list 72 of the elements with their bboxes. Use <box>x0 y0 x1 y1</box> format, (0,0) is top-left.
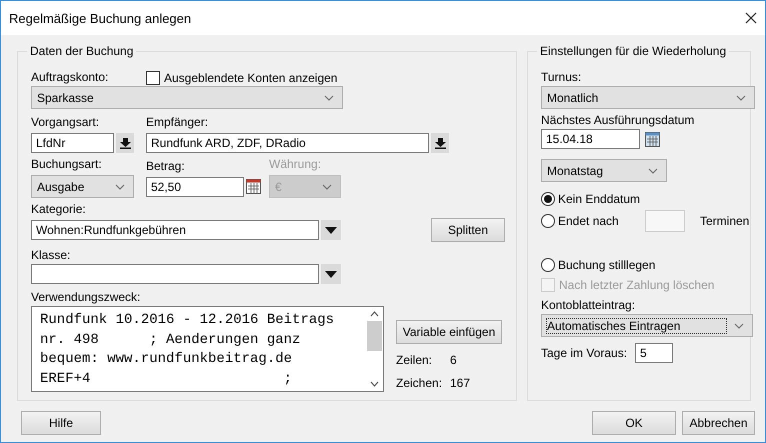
chevron-down-icon <box>736 94 746 100</box>
stat-value: 6 <box>450 353 457 367</box>
chevron-down-icon <box>322 184 332 190</box>
radio-button[interactable] <box>541 258 555 272</box>
field-label: Terminen <box>700 214 750 228</box>
group-title: Daten der Buchung <box>27 44 136 58</box>
split-button[interactable]: Splitten <box>431 218 505 242</box>
calendar-icon[interactable] <box>645 132 660 146</box>
radio-label: Endet nach <box>558 214 620 228</box>
dropdown-button[interactable] <box>321 264 341 284</box>
field-label: Buchungsart: <box>31 157 102 171</box>
class-field[interactable] <box>31 264 319 284</box>
field-label: Vorgangsart: <box>31 115 100 129</box>
cancel-button[interactable]: Abbrechen <box>682 411 755 435</box>
dropdown-button[interactable] <box>321 220 341 240</box>
account-dropdown[interactable]: Sparkasse <box>31 86 343 109</box>
type-field[interactable]: LfdNr <box>31 133 114 153</box>
field-label: Währung: <box>269 157 322 171</box>
radio-label: Kein Enddatum <box>558 192 640 206</box>
ledger-dropdown[interactable]: Automatisches Eintragen <box>541 314 753 337</box>
field-label: Verwendungszweck: <box>31 290 140 304</box>
field-label: Turnus: <box>541 70 582 84</box>
window-title: Regelmäßige Buchung anlegen <box>9 10 192 26</box>
ok-button[interactable]: OK <box>592 411 676 435</box>
group-title: Einstellungen für die Wiederholung <box>537 44 730 58</box>
arrow-down-icon <box>434 138 446 148</box>
field-label: Auftragskonto: <box>31 70 110 84</box>
field-label: Nächstes Ausführungsdatum <box>541 113 694 127</box>
memo-line: Rundfunk 10.2016 - 12.2016 Beitrags <box>40 311 336 330</box>
date-field[interactable]: 15.04.18 <box>541 129 640 149</box>
triangle-down-icon <box>325 226 337 234</box>
interval-dropdown[interactable]: Monatlich <box>541 86 755 109</box>
stat-value: 167 <box>450 376 470 390</box>
radio-button[interactable] <box>541 214 555 228</box>
memo-line: bequem: www.rundfunkbeitrag.de <box>40 350 294 369</box>
help-button[interactable]: Hilfe <box>21 411 101 435</box>
triangle-down-icon <box>325 270 337 278</box>
memo-line: nr. 498 ; Aenderungen ganz <box>40 330 302 350</box>
arrow-down-icon <box>120 138 130 148</box>
close-icon[interactable] <box>745 12 757 24</box>
chevron-down-icon <box>115 184 125 190</box>
calendar-icon[interactable] <box>246 179 261 194</box>
chevron-up-icon[interactable] <box>370 311 379 317</box>
radio-button[interactable] <box>541 192 555 206</box>
field-label: Kontoblatteintrag: <box>541 298 636 312</box>
amount-field[interactable]: 52,50 <box>146 176 244 196</box>
checkbox-label: Nach letzter Zahlung löschen <box>559 278 714 292</box>
payee-field[interactable]: Rundfunk ARD, ZDF, DRadio <box>146 133 429 153</box>
count-field[interactable] <box>645 210 685 232</box>
field-label: Kategorie: <box>31 202 86 216</box>
stat-label: Zeilen: <box>396 353 434 367</box>
category-field[interactable]: Wohnen:Rundfunkgebühren <box>31 220 319 240</box>
day-mode-dropdown[interactable]: Monatstag <box>541 159 667 182</box>
memo-line: EREF+4 ; <box>40 370 294 388</box>
chevron-down-icon <box>734 322 744 328</box>
days-field[interactable]: 5 <box>635 343 674 363</box>
field-label: Betrag: <box>146 158 185 172</box>
field-label: Klasse: <box>31 248 70 262</box>
field-label: Tage im Voraus: <box>541 346 628 360</box>
chevron-down-icon <box>648 168 658 174</box>
stat-label: Zeichen: <box>396 376 444 390</box>
dropdown-button[interactable] <box>116 133 134 153</box>
chevron-down-icon <box>324 94 334 100</box>
checkbox[interactable] <box>146 71 160 85</box>
radio-label: Buchung stilllegen <box>558 258 656 272</box>
chevron-down-icon[interactable] <box>370 381 379 387</box>
purpose-textarea[interactable]: Rundfunk 10.2016 - 12.2016 Beitrags nr. 498 ; Aenderungen ganz bequem: www.rundfunkbeitrag.de EREF+4 ; <box>31 306 384 392</box>
field-label: Empfänger: <box>146 115 208 129</box>
insert-variable-button[interactable]: Variable einfügen <box>396 320 502 344</box>
checkbox-label: Ausgeblendete Konten anzeigen <box>164 71 338 85</box>
booking-type-dropdown[interactable]: Ausgabe <box>31 175 134 198</box>
dropdown-button[interactable] <box>431 133 449 153</box>
